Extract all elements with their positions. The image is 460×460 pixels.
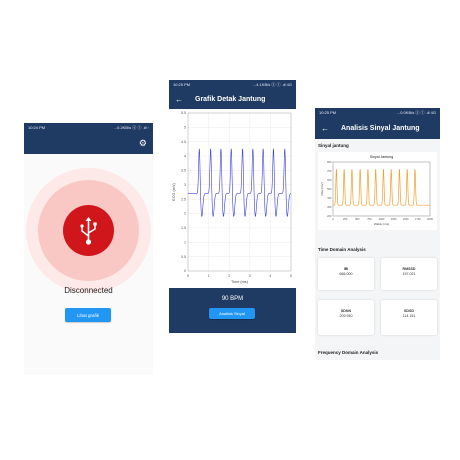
back-arrow-icon[interactable]: ← <box>175 95 183 104</box>
x-tick-label: 2 <box>228 274 230 278</box>
status-bar: 10:24 PM ...0.2KB/s ⓢ ⓣ .ıll ◦ <box>24 123 153 132</box>
y-tick-label: 0 <box>184 269 186 273</box>
metric-card-sdsd: SDSD 114.151 <box>381 300 437 335</box>
metric-value: 157.021 <box>402 272 416 276</box>
back-arrow-icon[interactable]: ← <box>321 124 329 133</box>
usb-icon <box>80 217 97 245</box>
bpm-panel: 90 BPM Analisis Sinyal <box>169 288 296 333</box>
metric-name: IBI <box>343 267 349 271</box>
metric-value: 114.151 <box>402 314 416 318</box>
x-tick-label: 500 <box>355 217 360 221</box>
x-axis-label: Time (ms) <box>231 280 249 284</box>
page-title: Analisis Sinyal Jantung <box>341 124 420 132</box>
y-tick-label: 5.5 <box>181 111 186 115</box>
x-tick-label: 250 <box>343 217 348 221</box>
status-bar: 10:25 PM ...0.0KB/s ⓢ ⓣ .ıll 4G <box>315 108 440 117</box>
y-tick-label: 1.5 <box>181 226 186 230</box>
signal-line-chart: Sinyal Jantung2003004005006007008000 250 5… <box>320 155 433 226</box>
settings-gear-icon[interactable]: ⚙ <box>139 138 147 148</box>
x-tick-label: 0 <box>187 274 189 278</box>
status-time: 10:24 PM <box>28 125 46 130</box>
app-bar: ← Analisis Sinyal Jantung <box>315 117 440 139</box>
metric-card-ibi: IBI 666.000 <box>318 258 374 290</box>
section-frequency-domain-heading: Frequency Domain Analysis <box>318 350 379 355</box>
section-signal-heading: Sinyal jantung <box>318 143 349 148</box>
status-icons: ...0.0KB/s ⓢ ⓣ .ıll 4G <box>396 110 436 115</box>
y-tick-label: 3.5 <box>181 169 186 173</box>
view-graph-button[interactable]: Lihat grafik <box>65 308 111 322</box>
app-bar: ⚙ <box>24 132 153 154</box>
chart-title: Sinyal Jantung <box>370 155 394 159</box>
y-tick-label: 4.5 <box>181 140 186 144</box>
bpm-value: 90 BPM <box>221 296 244 302</box>
metric-card-rmssd: RMSSD 157.021 <box>381 258 437 290</box>
y-tick-label: 300 <box>327 205 332 209</box>
status-icons: ...4.1KB/s ⓢ ⓣ .ıll 4G <box>252 82 292 87</box>
metric-name: SDNN <box>340 309 352 313</box>
x-tick-label: 0 <box>332 217 334 221</box>
page-title: Grafik Detak Jantung <box>195 95 266 103</box>
x-tick-label: 1250 <box>391 217 397 221</box>
analyze-signal-button[interactable]: Analisis Sinyal <box>209 308 255 319</box>
x-tick-label: 5 <box>290 274 292 278</box>
metric-value: 666.000 <box>339 272 353 276</box>
app-bar: ← Grafik Detak Jantung <box>169 89 296 109</box>
x-tick-label: 1500 <box>403 217 409 221</box>
y-tick-label: 2 <box>184 212 186 216</box>
ecg-line-chart: 0 0.5 1 1.5 2 2.5 3 3.5 4 4.5 5 5.5 0 1 2 3 4 5 Time (ms) E… <box>172 111 292 284</box>
y-tick-label: 5 <box>184 126 186 130</box>
y-tick-label: 500 <box>327 187 332 191</box>
x-axis-label: Waktu (ms) <box>374 222 389 226</box>
status-bar: 10:25 PM ...4.1KB/s ⓢ ⓣ .ıll 4G <box>169 80 296 89</box>
usb-connect-button[interactable] <box>63 205 114 256</box>
metric-value: 209.940 <box>339 314 353 318</box>
phone-heart-graph-screen: 10:25 PM ...4.1KB/s ⓢ ⓣ .ıll 4G ← Grafik… <box>169 80 296 333</box>
connection-status-text: Disconnected <box>64 286 113 295</box>
metric-card-sdnn: SDNN 209.940 <box>318 300 374 335</box>
plot-frame <box>187 112 292 272</box>
y-axis-label: Nilai (mV) <box>320 182 324 195</box>
x-tick-label: 4 <box>269 274 271 278</box>
x-tick-label: 750 <box>367 217 372 221</box>
x-tick-label: 1750 <box>415 217 421 221</box>
y-tick-label: 700 <box>327 169 332 173</box>
y-tick-label: 1 <box>184 240 186 244</box>
y-tick-label: 2.5 <box>181 197 186 201</box>
x-tick-label: 1 <box>208 274 210 278</box>
y-tick-label: 3 <box>184 183 186 187</box>
y-tick-label: 800 <box>327 160 332 164</box>
status-icons: ...0.2KB/s ⓢ ⓣ .ıll ◦ <box>113 125 149 130</box>
status-time: 10:25 PM <box>173 82 191 87</box>
x-tick-label: 3 <box>249 274 251 278</box>
x-tick-label: 2000 <box>427 217 433 221</box>
phone-signal-analysis-screen: 10:25 PM ...0.0KB/s ⓢ ⓣ .ıll 4G ← Analis… <box>315 108 440 360</box>
phone-connection-screen: 10:24 PM ...0.2KB/s ⓢ ⓣ .ıll ◦ ⚙ Disconn… <box>24 123 153 375</box>
metric-name: RMSSD <box>402 267 416 271</box>
section-time-domain-heading: Time Domain Analysis <box>318 247 366 252</box>
y-tick-label: 400 <box>327 196 332 200</box>
y-tick-label: 600 <box>327 178 332 182</box>
ecg-series-line <box>188 148 292 218</box>
x-tick-label: 1000 <box>379 217 385 221</box>
signal-chart-card: Sinyal Jantung 200 300 400 500 600 700 800 0 250 5… <box>318 152 437 230</box>
status-time: 10:25 PM <box>319 110 337 115</box>
metric-name: SDSD <box>404 309 414 313</box>
y-tick-label: 4 <box>184 154 186 158</box>
y-axis-label: ECG (mV) <box>172 183 176 201</box>
y-tick-label: 0.5 <box>181 255 186 259</box>
